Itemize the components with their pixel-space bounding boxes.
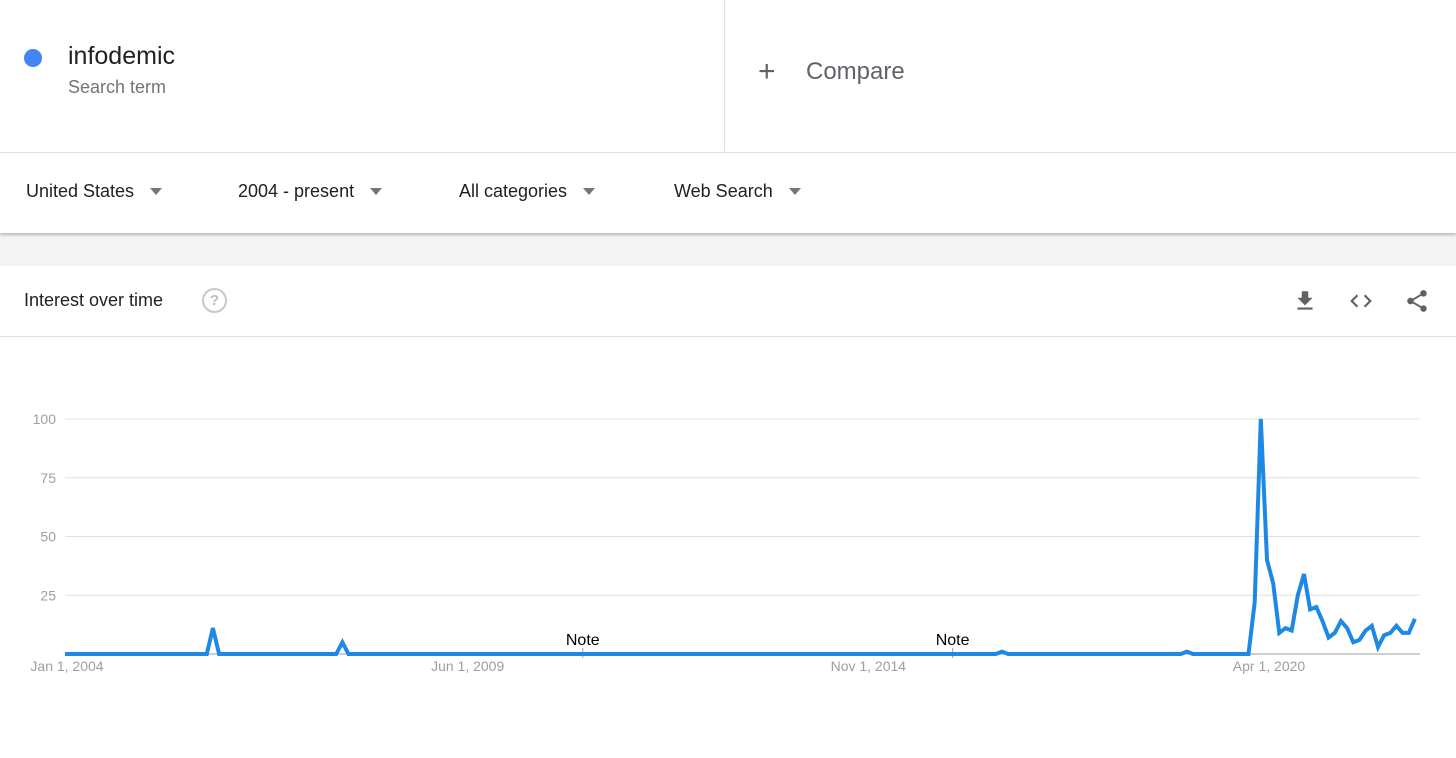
search-term-card[interactable]: infodemic Search term [0,0,725,152]
caret-down-icon [583,188,596,195]
search-type-dropdown[interactable]: Web Search [674,181,801,202]
caret-down-icon [788,188,801,195]
share-icon[interactable] [1404,288,1430,314]
search-term-type: Search term [68,77,167,97]
caret-down-icon [370,188,383,195]
plus-icon: + [758,55,776,88]
panel-header: Interest over time ? [0,266,1456,337]
compare-label: Compare [806,58,905,85]
time-range-dropdown[interactable]: 2004 - present [238,181,383,202]
series-color-dot [24,49,42,67]
search-term-name[interactable]: infodemic [68,42,175,71]
caret-down-icon [150,188,163,195]
category-label: All categories [459,181,568,201]
embed-code-icon[interactable] [1348,288,1374,314]
search-term-header: infodemic Search term + Compare [0,0,1456,153]
region-dropdown[interactable]: United States [26,181,163,202]
compare-button[interactable]: + Compare [758,57,905,87]
time-range-label: 2004 - present [238,181,355,201]
section-gap [0,233,1456,266]
filter-bar: United States 2004 - present All categor… [0,153,1456,233]
panel-title: Interest over time [24,290,164,310]
interest-over-time-panel: Interest over time ? [0,266,1456,758]
search-type-label: Web Search [674,181,773,201]
region-label: United States [26,181,135,201]
download-icon[interactable] [1292,288,1318,314]
category-dropdown[interactable]: All categories [459,181,596,202]
help-circle-icon[interactable]: ? [202,288,227,313]
